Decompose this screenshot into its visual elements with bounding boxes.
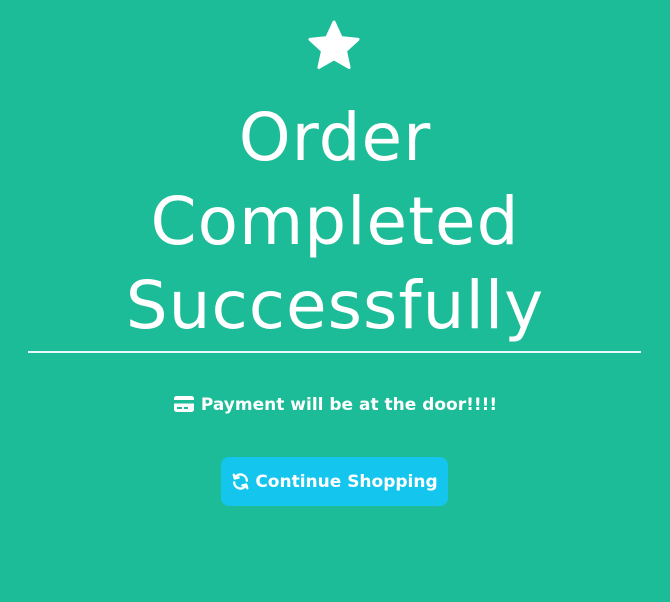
payment-message-text: Payment will be at the door!!!! <box>200 395 498 415</box>
credit-card-icon <box>173 396 194 412</box>
title-divider <box>28 351 641 353</box>
star-icon <box>308 20 360 69</box>
continue-shopping-button[interactable]: Continue Shopping <box>221 457 448 506</box>
refresh-icon <box>232 473 249 490</box>
title-line-3: Successfully <box>125 267 545 344</box>
payment-message: Payment will be at the door!!!! <box>0 393 670 417</box>
title-line-2: Completed <box>150 183 520 260</box>
order-success-page: Order Completed Successfully Payment wil… <box>0 0 670 602</box>
title-line-1: Order <box>238 99 432 176</box>
continue-shopping-label: Continue Shopping <box>255 471 438 492</box>
page-title: Order Completed Successfully <box>0 96 670 348</box>
